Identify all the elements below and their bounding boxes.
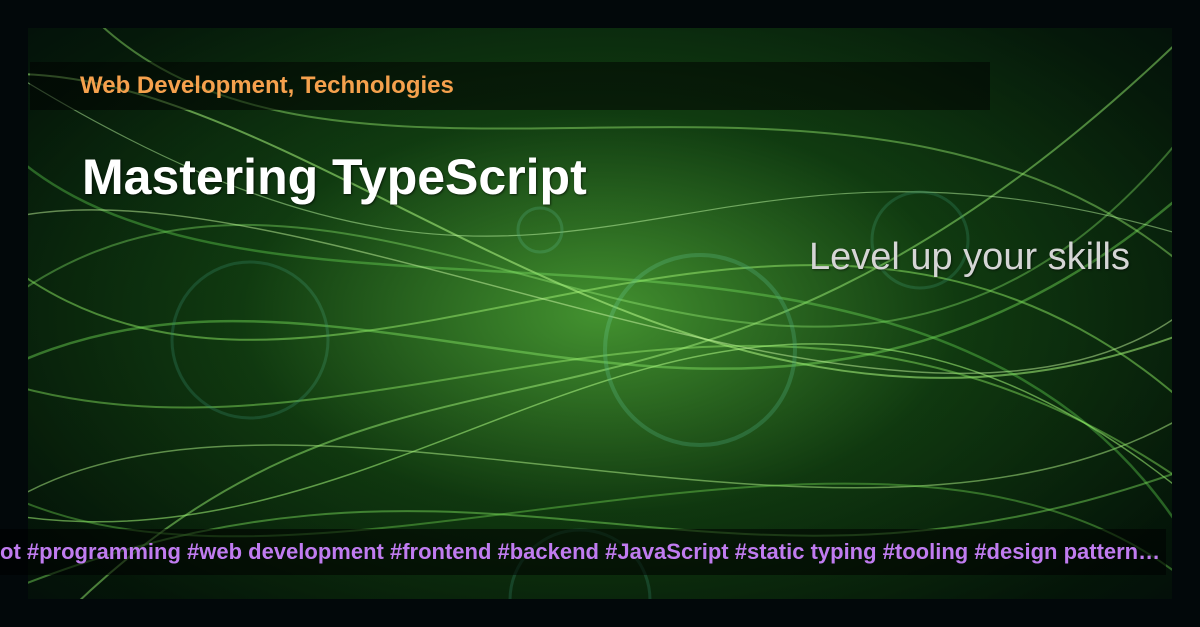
categories-text: Web Development, Technologies <box>80 72 454 99</box>
page-title: Mastering TypeScript <box>82 148 587 206</box>
categories-bar: Web Development, Technologies <box>30 62 990 110</box>
hashtags-text: ot #programming #web development #fronte… <box>0 539 1166 564</box>
hashtags-bar: ot #programming #web development #fronte… <box>0 529 1166 575</box>
page-subtitle: Level up your skills <box>809 236 1130 279</box>
